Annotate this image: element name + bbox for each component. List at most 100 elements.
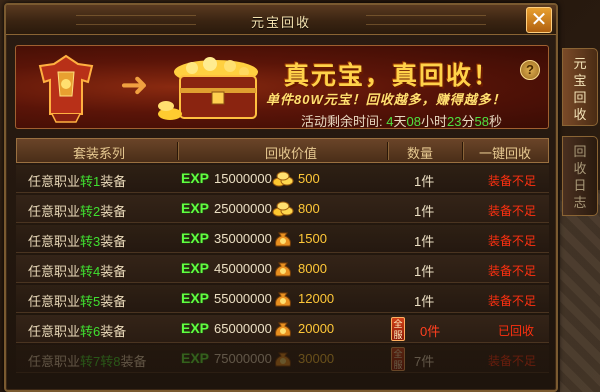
gold-ingots-icon xyxy=(272,171,294,187)
server-wide-badge: 全服 xyxy=(391,347,405,371)
header-series: 套装系列 xyxy=(73,146,126,161)
header-value: 回收价值 xyxy=(265,146,318,161)
series-prefix: 任意职业 xyxy=(28,174,81,189)
series-tier: 转7转8 xyxy=(80,354,121,369)
row-qty: 0件 xyxy=(420,324,441,339)
row-series: 任意职业转1装备 xyxy=(28,171,126,190)
table-row: 任意职业转3装备 EXP 35000000 1500 1件 装备不足 xyxy=(16,225,549,253)
gold-bag-icon xyxy=(275,352,291,367)
tab-yuanbao-recycle[interactable]: 元宝回收 xyxy=(562,48,598,126)
recycle-panel: 元宝回收 ✕ ➜ 真元宝，真回收！ 单件80W元宝！回收越多，赚得越多！ 活动剩… xyxy=(4,3,558,392)
series-tier: 转2 xyxy=(80,204,101,219)
table-row: 任意职业转5装备 EXP 55000000 12000 1件 装备不足 xyxy=(16,285,549,313)
table-row: 任意职业转4装备 EXP 45000000 8000 1件 装备不足 xyxy=(16,255,549,283)
series-tier: 转4 xyxy=(80,264,101,279)
recycle-action[interactable]: 装备不足 xyxy=(488,292,536,309)
row-qty: 1件 xyxy=(414,294,435,309)
series-prefix: 任意职业 xyxy=(28,294,81,309)
recycle-action[interactable]: 装备不足 xyxy=(488,262,536,279)
gold-bag-icon xyxy=(275,322,291,337)
countdown-days-unit: 天 xyxy=(393,114,407,129)
coin-value: 8000 xyxy=(298,261,327,276)
countdown-timer: 活动剩余时间: 4天08小时23分58秒 xyxy=(301,111,502,129)
exp-value: 65000000 xyxy=(214,321,272,336)
row-series: 任意职业转6装备 xyxy=(28,321,126,340)
table-row: 任意职业转2装备 EXP 25000000 800 1件 装备不足 xyxy=(16,195,549,223)
header-divider xyxy=(177,142,178,160)
exp-value: 75000000 xyxy=(214,351,272,366)
promo-banner: ➜ 真元宝，真回收！ 单件80W元宝！回收越多，赚得越多！ 活动剩余时间: 4天… xyxy=(15,45,549,129)
table-row: 任意职业转1装备 EXP 15000000 500 1件 装备不足 xyxy=(16,165,549,193)
series-suffix: 装备 xyxy=(100,234,127,249)
header-action: 一键回收 xyxy=(479,146,532,161)
countdown-hours-unit: 小时 xyxy=(420,114,447,129)
row-qty: 1件 xyxy=(414,234,435,249)
row-series: 任意职业转3装备 xyxy=(28,231,126,250)
title-ornament-right xyxy=(366,15,486,25)
row-qty: 1件 xyxy=(414,204,435,219)
countdown-label: 活动剩余时间: xyxy=(301,114,383,129)
banner-subline: 单件80W元宝！回收越多，赚得越多！ xyxy=(266,92,506,107)
treasure-chest-icon xyxy=(158,57,258,120)
series-suffix: 装备 xyxy=(120,354,147,369)
exp-label: EXP xyxy=(181,350,210,366)
series-prefix: 任意职业 xyxy=(28,354,81,369)
series-tier: 转3 xyxy=(80,234,101,249)
gold-bag-icon xyxy=(275,232,291,247)
exp-label: EXP xyxy=(181,230,210,246)
exp-value: 35000000 xyxy=(214,231,272,246)
series-tier: 转1 xyxy=(80,174,101,189)
series-prefix: 任意职业 xyxy=(28,324,81,339)
close-icon: ✕ xyxy=(530,9,548,31)
countdown-hours: 08 xyxy=(406,114,421,129)
series-tier: 转6 xyxy=(80,324,101,339)
exp-label: EXP xyxy=(181,320,210,336)
series-suffix: 装备 xyxy=(100,174,127,189)
tab-recycle-log[interactable]: 回收日志 xyxy=(562,136,598,216)
countdown-minutes-unit: 分 xyxy=(461,114,475,129)
armor-icon xyxy=(38,54,94,123)
exp-value: 15000000 xyxy=(214,171,272,186)
row-qty: 7件 xyxy=(414,354,435,369)
header-qty: 数量 xyxy=(407,146,434,161)
row-series: 任意职业转2装备 xyxy=(28,201,126,220)
help-button[interactable]: ? xyxy=(520,60,540,80)
countdown-seconds-unit: 秒 xyxy=(488,114,502,129)
recycle-action[interactable]: 装备不足 xyxy=(488,352,536,369)
series-suffix: 装备 xyxy=(100,324,127,339)
coin-value: 30000 xyxy=(298,351,335,366)
series-suffix: 装备 xyxy=(100,294,127,309)
exp-label: EXP xyxy=(181,290,210,306)
exp-value: 55000000 xyxy=(214,291,272,306)
recycle-action[interactable]: 已回收 xyxy=(498,322,534,339)
exp-label: EXP xyxy=(181,170,210,186)
row-series: 任意职业转7转8装备 xyxy=(28,351,147,370)
series-prefix: 任意职业 xyxy=(28,204,81,219)
table-header: 套装系列 回收价值 数量 一键回收 xyxy=(16,138,549,163)
gold-ingots-icon xyxy=(272,201,294,217)
countdown-seconds: 58 xyxy=(474,114,489,129)
series-suffix: 装备 xyxy=(100,204,127,219)
coin-value: 12000 xyxy=(298,291,335,306)
coin-value: 800 xyxy=(298,201,320,216)
countdown-minutes: 23 xyxy=(446,114,462,129)
close-button[interactable]: ✕ xyxy=(526,7,552,33)
row-series: 任意职业转5装备 xyxy=(28,291,126,310)
series-tier: 转5 xyxy=(80,294,101,309)
row-qty: 1件 xyxy=(414,264,435,279)
row-qty: 1件 xyxy=(414,174,435,189)
series-prefix: 任意职业 xyxy=(28,264,81,279)
header-divider xyxy=(387,142,388,160)
recycle-action[interactable]: 装备不足 xyxy=(488,172,536,189)
recycle-action[interactable]: 装备不足 xyxy=(488,202,536,219)
series-prefix: 任意职业 xyxy=(28,234,81,249)
recycle-action[interactable]: 装备不足 xyxy=(488,232,536,249)
title-bar: 元宝回收 ✕ xyxy=(6,5,556,35)
floor-tiles xyxy=(560,190,600,392)
coin-value: 1500 xyxy=(298,231,327,246)
header-divider xyxy=(462,142,463,160)
coin-value: 20000 xyxy=(298,321,335,336)
row-series: 任意职业转4装备 xyxy=(28,261,126,280)
table-row: 任意职业转7转8装备 EXP 75000000 30000 全服 7件 装备不足 xyxy=(16,345,549,373)
table-row: 任意职业转6装备 EXP 65000000 20000 全服 0件 已回收 xyxy=(16,315,549,343)
